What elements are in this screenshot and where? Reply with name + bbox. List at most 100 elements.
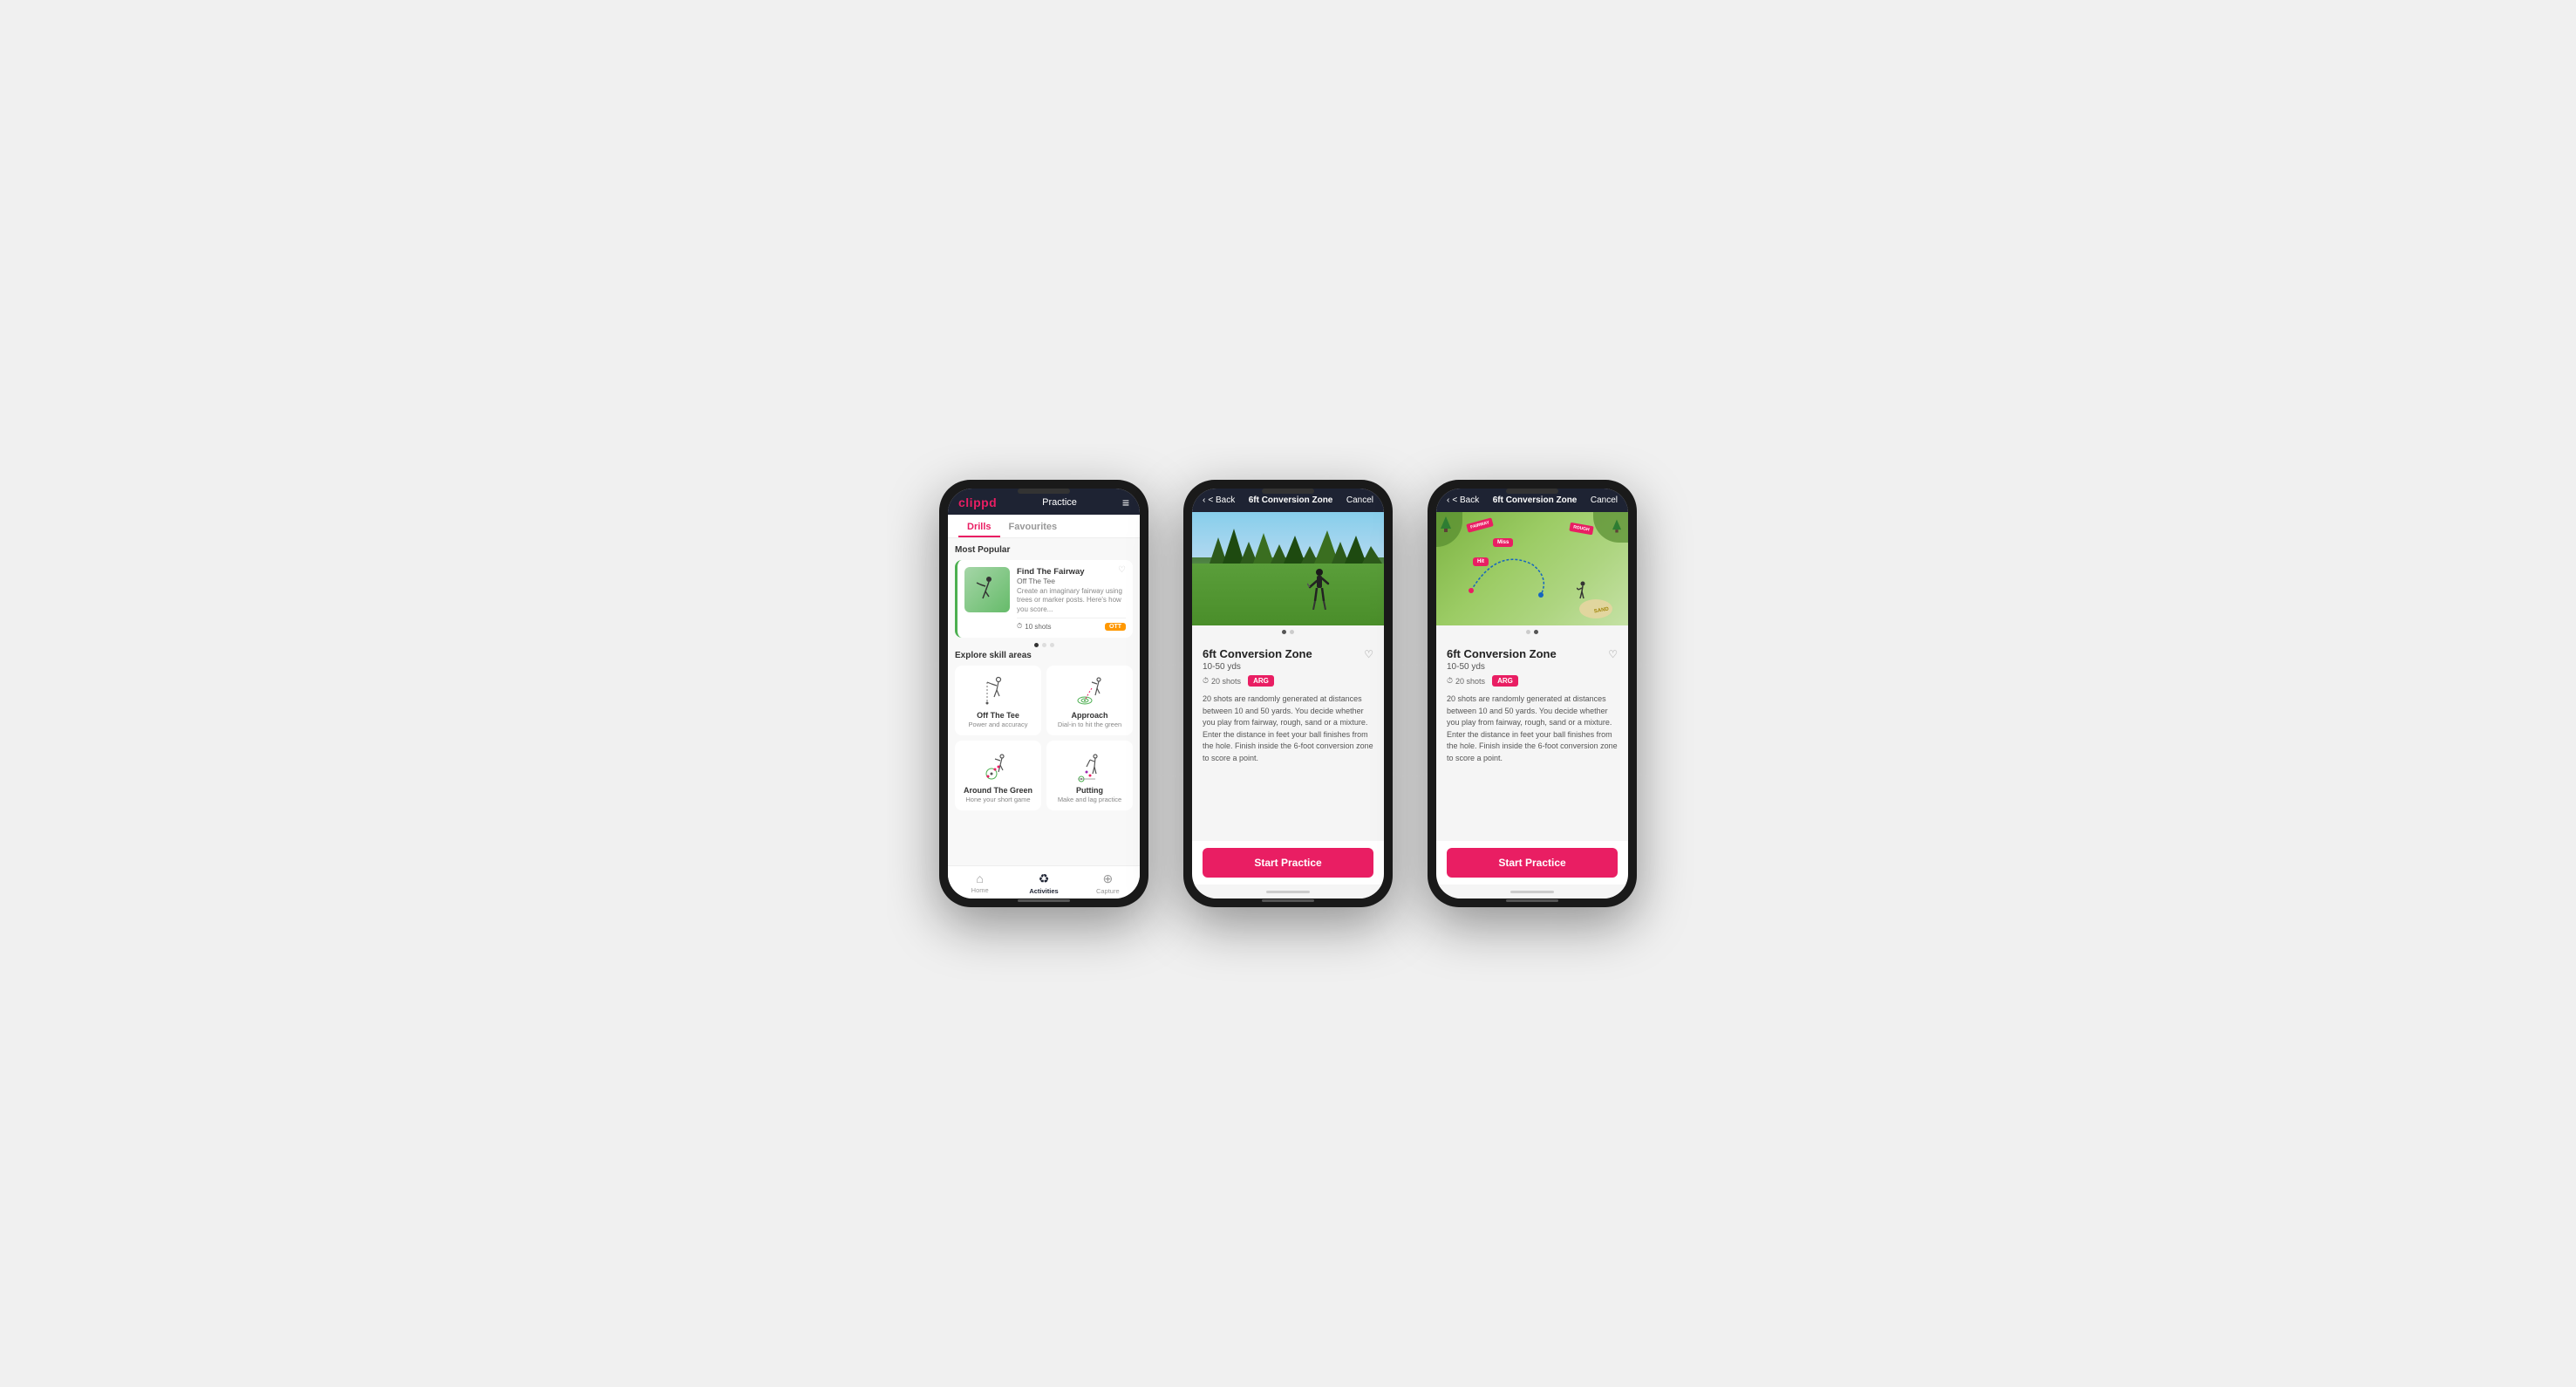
featured-drill-card[interactable]: Find The Fairway Off The Tee Create an i…: [955, 560, 1133, 638]
activities-icon: ♻: [1039, 871, 1050, 886]
skill-around-green[interactable]: Around The Green Hone your short game: [955, 741, 1041, 810]
bottom-bar-3: [1436, 885, 1628, 898]
phone1-header: clippd Practice ≡: [948, 489, 1140, 515]
p3-favourite-icon[interactable]: ♡: [1608, 648, 1618, 660]
p3-arg-tag: ARG: [1492, 675, 1518, 687]
p3-drill-name: 6ft Conversion Zone ♡: [1447, 647, 1618, 660]
golfer-map-figure: [1577, 581, 1589, 606]
skill-desc-ott: Power and accuracy: [969, 721, 1028, 728]
back-button[interactable]: ‹ < Back: [1203, 495, 1235, 505]
tree-svg-2: [1612, 519, 1621, 533]
shots-info: ⏱ 10 shots: [1017, 622, 1052, 631]
skill-name-atg: Around The Green: [964, 786, 1032, 795]
nav-activities[interactable]: ♻ Activities: [1012, 871, 1075, 895]
dot-2: [1042, 643, 1046, 647]
phone-3: ‹ < Back 6ft Conversion Zone Cancel SAND: [1428, 480, 1637, 907]
favourite-icon[interactable]: ♡: [1118, 565, 1126, 575]
drill-image-photo: [1192, 512, 1384, 625]
golfer-map-svg: [1577, 581, 1589, 602]
golfer-thumb-icon: [971, 574, 1003, 605]
trees-svg: [1192, 512, 1384, 564]
img-dot-2: [1290, 630, 1294, 634]
p2-description: 20 shots are randomly generated at dista…: [1203, 694, 1373, 764]
drill-thumbnail: [964, 567, 1010, 612]
p2-favourite-icon[interactable]: ♡: [1364, 648, 1373, 660]
p2-shots: ⏱ 20 shots: [1203, 676, 1241, 686]
skill-name-ott: Off The Tee: [977, 711, 1019, 720]
skill-areas-section: Explore skill areas: [955, 651, 1133, 810]
skill-off-tee[interactable]: Off The Tee Power and accuracy: [955, 666, 1041, 735]
tab-favourites[interactable]: Favourites: [1000, 515, 1067, 537]
cancel-button-3[interactable]: Cancel: [1591, 495, 1618, 505]
skill-name-approach: Approach: [1071, 711, 1107, 720]
bottom-nav: ⌂ Home ♻ Activities ⊕ Capture: [948, 865, 1140, 898]
back-label-3: < Back: [1452, 495, 1479, 505]
p2-drill-name: 6ft Conversion Zone ♡: [1203, 647, 1373, 660]
around-green-icon: [979, 748, 1018, 786]
nav-home[interactable]: ⌂ Home: [948, 871, 1012, 895]
golfer-silhouette: [1307, 568, 1332, 610]
capture-icon: ⊕: [1102, 871, 1113, 886]
phone-2-screen: ‹ < Back 6ft Conversion Zone Cancel: [1192, 489, 1384, 898]
dot-3: [1050, 643, 1054, 647]
clippd-logo: clippd: [958, 495, 997, 509]
start-practice-button-3[interactable]: Start Practice: [1447, 848, 1618, 878]
p3-description: 20 shots are randomly generated at dista…: [1447, 694, 1618, 764]
golf-photo: [1192, 512, 1384, 625]
phone2-content: 6ft Conversion Zone ♡ 10-50 yds ⏱ 20 sho…: [1192, 512, 1384, 898]
ball-path-svg: [1462, 530, 1567, 608]
home-indicator-2: [1262, 899, 1314, 902]
nav-home-label: Home: [971, 886, 989, 894]
home-line-2: [1266, 891, 1310, 893]
phone3-content: SAND: [1436, 512, 1628, 898]
putting-icon: [1071, 748, 1109, 786]
nav-activities-label: Activities: [1029, 887, 1058, 895]
p3-meta: ⏱ 20 shots ARG: [1447, 675, 1618, 687]
back-chevron-3: ‹: [1447, 495, 1449, 505]
image-dots: [1192, 625, 1384, 639]
carousel-dots: [955, 643, 1133, 647]
golf-map: SAND: [1436, 512, 1628, 625]
menu-icon[interactable]: ≡: [1122, 495, 1129, 509]
trees-bg: [1192, 530, 1384, 564]
skill-putting[interactable]: Putting Make and lag practice: [1046, 741, 1133, 810]
approach-icon: [1071, 673, 1109, 711]
img-dot-3-1: [1526, 630, 1530, 634]
back-chevron: ‹: [1203, 495, 1205, 505]
p2-yardage: 10-50 yds: [1203, 662, 1373, 672]
drill-title: Find The Fairway: [1017, 567, 1126, 577]
drill-image-map: SAND: [1436, 512, 1628, 625]
start-practice-button-2[interactable]: Start Practice: [1203, 848, 1373, 878]
nav-capture-label: Capture: [1096, 887, 1120, 895]
skill-name-putting: Putting: [1076, 786, 1103, 795]
phone1-content: Most Popular: [948, 538, 1140, 865]
drill-info: Find The Fairway Off The Tee Create an i…: [1017, 567, 1126, 631]
tree-1: [1441, 516, 1451, 536]
skill-desc-atg: Hone your short game: [965, 796, 1030, 803]
phone3-header-title: 6ft Conversion Zone: [1493, 495, 1578, 505]
back-label: < Back: [1208, 495, 1235, 505]
image-dots-3: [1436, 625, 1628, 639]
skill-grid: Off The Tee Power and accuracy: [955, 666, 1133, 810]
tree-2: [1612, 519, 1621, 537]
most-popular-title: Most Popular: [955, 545, 1133, 555]
drill-description: Create an imaginary fairway using trees …: [1017, 587, 1126, 614]
drill-footer: ⏱ 10 shots OTT: [1017, 618, 1126, 631]
p2-meta: ⏱ 20 shots ARG: [1203, 675, 1373, 687]
p3-shots: ⏱ 20 shots: [1447, 676, 1485, 686]
home-indicator-3: [1506, 899, 1558, 902]
img-dot-1: [1282, 630, 1286, 634]
p2-arg-tag: ARG: [1248, 675, 1274, 687]
back-button-3[interactable]: ‹ < Back: [1447, 495, 1479, 505]
home-indicator-1: [1018, 899, 1070, 902]
cancel-button[interactable]: Cancel: [1346, 495, 1373, 505]
skill-approach[interactable]: Approach Dial-in to hit the green: [1046, 666, 1133, 735]
phone1-header-title: Practice: [1042, 497, 1077, 508]
clock-icon-3: ⏱: [1447, 676, 1453, 686]
phones-container: clippd Practice ≡ Drills Favourites Most…: [939, 480, 1637, 907]
nav-capture[interactable]: ⊕ Capture: [1076, 871, 1140, 895]
dot-1: [1034, 643, 1039, 647]
phone2-header: ‹ < Back 6ft Conversion Zone Cancel: [1192, 489, 1384, 512]
p3-yardage: 10-50 yds: [1447, 662, 1618, 672]
tab-drills[interactable]: Drills: [958, 515, 1000, 537]
